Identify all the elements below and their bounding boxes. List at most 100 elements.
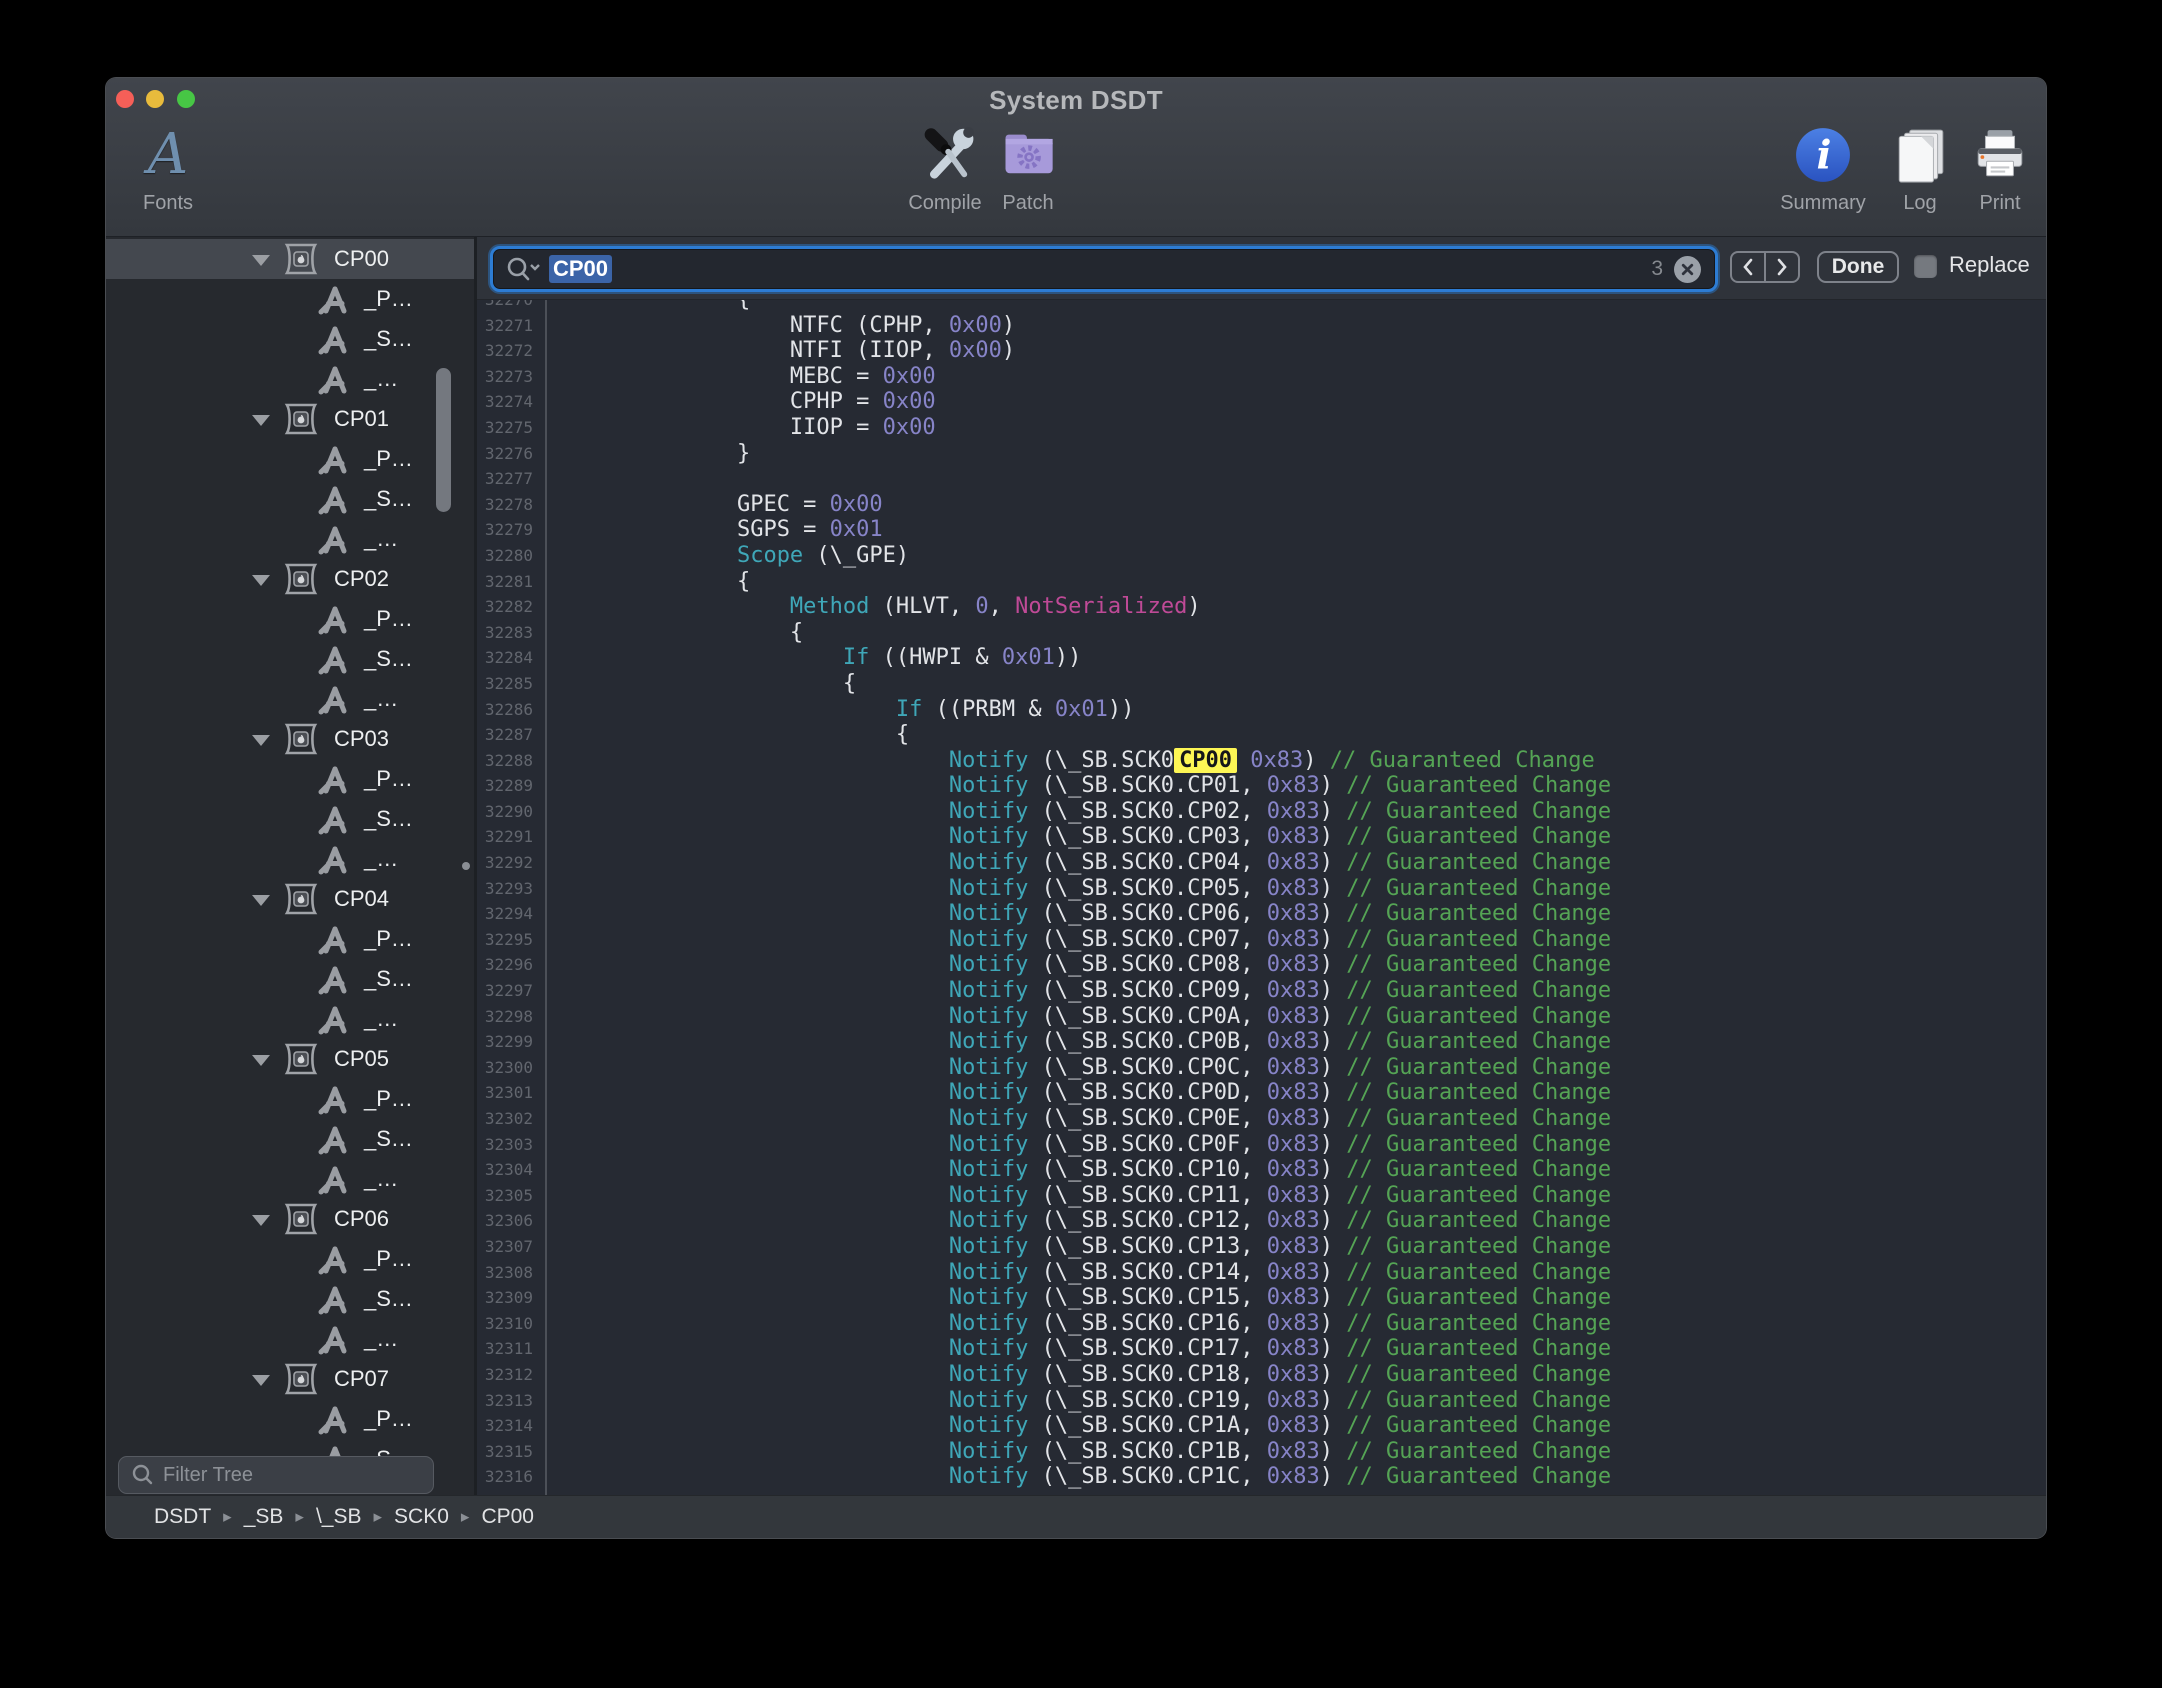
device-icon	[282, 402, 320, 436]
tree-item-cp02[interactable]: CP02	[106, 559, 474, 599]
method-icon	[316, 843, 352, 877]
tree-child-item[interactable]: _P…	[106, 919, 474, 959]
sidebar: CP00 _P… _S… _… CP01 _P…	[106, 238, 474, 1495]
tree-item-label: CP06	[334, 1206, 389, 1232]
tree-child-item[interactable]: _P…	[106, 1399, 474, 1439]
tree-child-item[interactable]: _…	[106, 839, 474, 879]
done-button[interactable]: Done	[1817, 251, 1899, 283]
disclosure-triangle-icon[interactable]	[252, 1215, 270, 1226]
tree-item-cp00[interactable]: CP00	[106, 239, 474, 279]
replace-label: Replace	[1949, 252, 2030, 278]
patch-label: Patch	[968, 192, 1088, 215]
code-line: 32301 Notify (\_SB.SCK0.CP0D, 0x83) // G…	[477, 1080, 2046, 1106]
code-line: 32300 Notify (\_SB.SCK0.CP0C, 0x83) // G…	[477, 1055, 2046, 1081]
tree-item-label: CP05	[334, 1046, 389, 1072]
tree-child-item[interactable]: _…	[106, 679, 474, 719]
code-line: 32298 Notify (\_SB.SCK0.CP0A, 0x83) // G…	[477, 1004, 2046, 1030]
tree-child-label: _…	[364, 526, 398, 552]
tree-child-label: _S…	[364, 1286, 413, 1312]
line-number: 32295	[477, 927, 533, 953]
fonts-button[interactable]: A Fonts	[108, 124, 228, 215]
code-line: 32315 Notify (\_SB.SCK0.CP1B, 0x83) // G…	[477, 1439, 2046, 1465]
tree-child-item[interactable]: _P…	[106, 759, 474, 799]
disclosure-triangle-icon[interactable]	[252, 1055, 270, 1066]
tree-item-cp05[interactable]: CP05	[106, 1039, 474, 1079]
breadcrumb-item[interactable]: SCK0	[394, 1505, 449, 1529]
code-line: 32286 If ((PRBM & 0x01))	[477, 697, 2046, 723]
tree-child-item[interactable]: _P…	[106, 1079, 474, 1119]
line-number: 32284	[477, 645, 533, 671]
sidebar-scrollbar-thumb[interactable]	[436, 368, 451, 512]
code-line: 32313 Notify (\_SB.SCK0.CP19, 0x83) // G…	[477, 1388, 2046, 1414]
print-label: Print	[1940, 192, 2046, 215]
method-icon	[316, 1443, 352, 1456]
code-line: 32291 Notify (\_SB.SCK0.CP03, 0x83) // G…	[477, 824, 2046, 850]
splitter-handle-dot[interactable]	[462, 862, 470, 870]
tree-child-item[interactable]: _…	[106, 359, 474, 399]
breadcrumb-item[interactable]: \_SB	[316, 1505, 362, 1529]
tree-item-cp03[interactable]: CP03	[106, 719, 474, 759]
method-icon	[316, 923, 352, 957]
tree-child-item[interactable]: _…	[106, 519, 474, 559]
code-line: 32272 NTFI (IIOP, 0x00)	[477, 338, 2046, 364]
line-number: 32282	[477, 594, 533, 620]
tree-child-item[interactable]: _P…	[106, 1239, 474, 1279]
tree-child-item[interactable]: _S…	[106, 639, 474, 679]
line-number: 32316	[477, 1464, 533, 1490]
filter-tree-field[interactable]	[118, 1456, 434, 1494]
search-input[interactable]: CP00 3	[490, 246, 1718, 292]
breadcrumb-item[interactable]: CP00	[481, 1505, 534, 1529]
line-number: 32312	[477, 1362, 533, 1388]
line-number: 32275	[477, 415, 533, 441]
code-line: 32302 Notify (\_SB.SCK0.CP0E, 0x83) // G…	[477, 1106, 2046, 1132]
find-previous-button[interactable]	[1732, 253, 1766, 281]
line-number: 32313	[477, 1388, 533, 1414]
breadcrumb-item[interactable]: DSDT	[154, 1505, 211, 1529]
code-line: 32270 {	[477, 300, 2046, 313]
disclosure-triangle-icon[interactable]	[252, 255, 270, 266]
line-number: 32289	[477, 773, 533, 799]
line-number: 32301	[477, 1080, 533, 1106]
tree-child-item[interactable]: _S…	[106, 799, 474, 839]
print-button[interactable]: Print	[1940, 124, 2046, 215]
tree-child-label: _P…	[364, 1086, 413, 1112]
tree-item-cp07[interactable]: CP07	[106, 1359, 474, 1399]
clear-search-button[interactable]	[1674, 256, 1701, 283]
code-line: 32295 Notify (\_SB.SCK0.CP07, 0x83) // G…	[477, 927, 2046, 953]
tree-item-cp04[interactable]: CP04	[106, 879, 474, 919]
line-number: 32314	[477, 1413, 533, 1439]
search-match-count: 3	[1651, 257, 1663, 281]
tree-child-item[interactable]: _S…	[106, 1279, 474, 1319]
breadcrumb-item[interactable]: _SB	[244, 1505, 284, 1529]
replace-checkbox[interactable]	[1914, 255, 1937, 278]
disclosure-triangle-icon[interactable]	[252, 1375, 270, 1386]
filter-tree-input[interactable]	[163, 1464, 413, 1487]
code-line: 32289 Notify (\_SB.SCK0.CP01, 0x83) // G…	[477, 773, 2046, 799]
device-icon	[282, 562, 320, 596]
device-icon	[282, 242, 320, 276]
tree-child-item[interactable]: _P…	[106, 439, 474, 479]
find-next-button[interactable]	[1766, 253, 1798, 281]
code-line: 32288 Notify (\_SB.SCK0CP00 0x83) // Gua…	[477, 748, 2046, 774]
disclosure-triangle-icon[interactable]	[252, 895, 270, 906]
method-icon	[316, 1403, 352, 1437]
tree-child-item[interactable]: _S…	[106, 479, 474, 519]
tree-child-item[interactable]: _…	[106, 1319, 474, 1359]
disclosure-triangle-icon[interactable]	[252, 735, 270, 746]
code-line: 32312 Notify (\_SB.SCK0.CP18, 0x83) // G…	[477, 1362, 2046, 1388]
tree-child-item[interactable]: _P…	[106, 279, 474, 319]
tree-child-item[interactable]: _…	[106, 999, 474, 1039]
tree-child-item[interactable]: _S…	[106, 319, 474, 359]
tree-child-item[interactable]: _S…	[106, 1439, 474, 1456]
disclosure-triangle-icon[interactable]	[252, 415, 270, 426]
disclosure-triangle-icon[interactable]	[252, 575, 270, 586]
tree-child-item[interactable]: _S…	[106, 1119, 474, 1159]
tree-child-item[interactable]: _S…	[106, 959, 474, 999]
code-editor[interactable]: 32270 {32271 NTFC (CPHP, 0x00)32272 NTFI…	[477, 300, 2046, 1495]
patch-button[interactable]: Patch	[968, 124, 1088, 215]
tree-item-cp01[interactable]: CP01	[106, 399, 474, 439]
tree-child-item[interactable]: _…	[106, 1159, 474, 1199]
tree-child-item[interactable]: _P…	[106, 599, 474, 639]
search-icon[interactable]	[505, 256, 541, 282]
tree-item-cp06[interactable]: CP06	[106, 1199, 474, 1239]
